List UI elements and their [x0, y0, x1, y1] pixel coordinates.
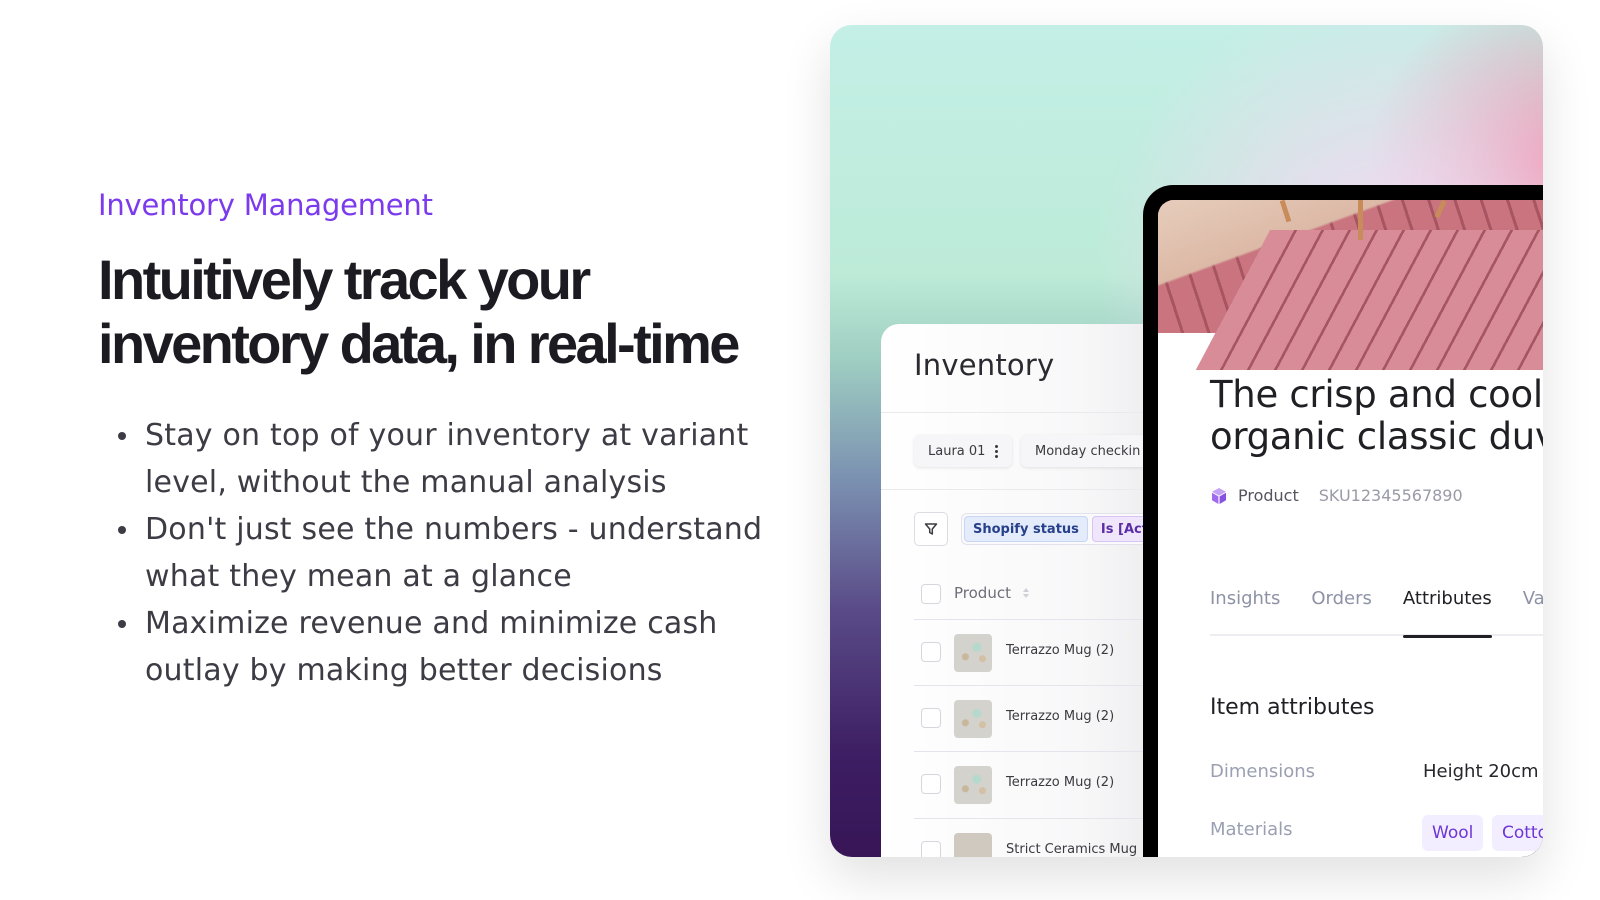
product-type: Product: [1238, 486, 1299, 505]
material-tag-wool[interactable]: Wool: [1422, 815, 1484, 851]
feature-bullet: Stay on top of your inventory at variant…: [118, 412, 778, 506]
headline-line-1: Intuitively track your: [98, 248, 591, 311]
product-detail-screen: The crisp and cool organic classic duv P…: [1158, 200, 1543, 857]
filter-button[interactable]: [914, 512, 948, 546]
page-headline: Intuitively track your inventory data, i…: [98, 248, 778, 376]
material-tag-cotton[interactable]: Cotto: [1492, 815, 1543, 851]
product-thumbnail: [954, 766, 992, 804]
cube-icon: [1212, 487, 1226, 504]
product-thumbnail: [954, 833, 992, 857]
kebab-menu-icon[interactable]: [995, 444, 999, 458]
feature-bullet: Maximize revenue and minimize cash outla…: [118, 600, 778, 694]
tab-orders[interactable]: Orders: [1311, 588, 1372, 636]
filter-field-pill[interactable]: Shopify status: [964, 516, 1088, 542]
materials-label: Materials: [1210, 819, 1293, 840]
filter-icon: [924, 523, 938, 535]
item-attributes-heading: Item attributes: [1210, 695, 1375, 720]
column-header-product[interactable]: Product: [954, 584, 1029, 602]
headline-line-2: inventory data, in real-time: [98, 312, 740, 375]
product-sku: SKU12345567890: [1318, 486, 1463, 505]
row-checkbox[interactable]: [921, 841, 941, 857]
product-meta: Product SKU12345567890: [1210, 486, 1463, 505]
product-name[interactable]: Strict Ceramics Mug: [1006, 842, 1137, 857]
feature-bullet: Don't just see the numbers - understand …: [118, 506, 778, 600]
product-thumbnail: [954, 634, 992, 672]
section-eyebrow: Inventory Management: [98, 188, 433, 222]
feature-bullet-list: Stay on top of your inventory at variant…: [98, 412, 778, 694]
product-name[interactable]: Terrazzo Mug (2): [1006, 709, 1114, 724]
tab-insights[interactable]: Insights: [1210, 588, 1280, 636]
row-checkbox[interactable]: [921, 642, 941, 662]
row-checkbox[interactable]: [921, 708, 941, 728]
product-showcase-panel: Inventory Laura 01 Monday checkin Shopif…: [830, 25, 1543, 857]
product-name[interactable]: Terrazzo Mug (2): [1006, 775, 1114, 790]
dimensions-value: Height 20cm: [1423, 761, 1539, 782]
product-tabs: Insights Orders Attributes Va: [1210, 588, 1543, 638]
feature-copy: Inventory Management Intuitively track y…: [98, 186, 778, 694]
dimensions-label: Dimensions: [1210, 761, 1316, 782]
product-title: The crisp and cool organic classic duv: [1210, 373, 1543, 458]
inventory-title: Inventory: [914, 348, 1055, 382]
select-all-checkbox[interactable]: [921, 584, 941, 604]
product-detail-device: The crisp and cool organic classic duv P…: [1143, 185, 1543, 857]
tab-attributes[interactable]: Attributes: [1402, 588, 1492, 638]
view-chip-monday-checkin[interactable]: Monday checkin: [1021, 435, 1155, 467]
row-checkbox[interactable]: [921, 774, 941, 794]
tab-variants[interactable]: Va: [1523, 588, 1543, 636]
product-name[interactable]: Terrazzo Mug (2): [1006, 643, 1114, 658]
sort-icon[interactable]: [1022, 588, 1029, 598]
product-hero-image: [1158, 200, 1543, 370]
view-chip-laura[interactable]: Laura 01: [914, 435, 1013, 467]
product-thumbnail: [954, 700, 992, 738]
